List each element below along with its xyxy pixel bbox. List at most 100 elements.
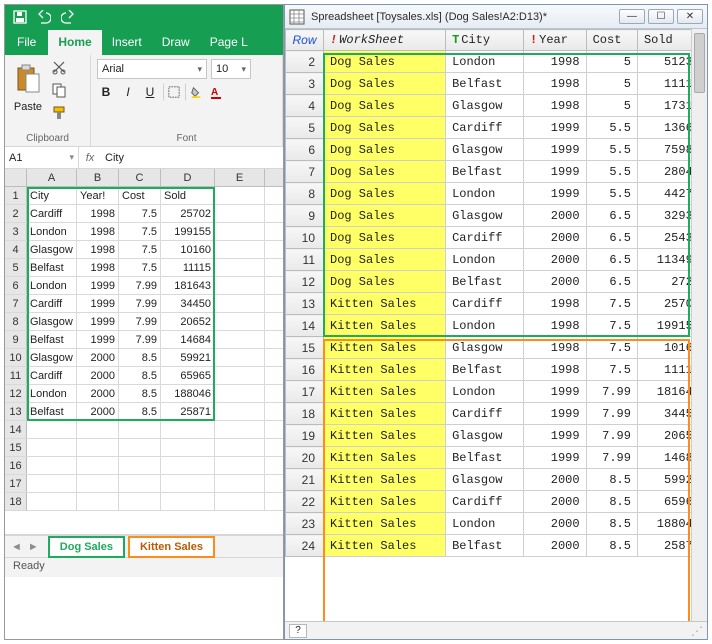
table-row[interactable]: 17Kitten SalesLondon19997.99181643 xyxy=(286,381,707,403)
cell[interactable] xyxy=(215,403,265,420)
cell[interactable]: 10160 xyxy=(161,241,215,258)
tab-home[interactable]: Home xyxy=(48,30,101,55)
cell[interactable] xyxy=(27,475,77,492)
cell[interactable]: 2000 xyxy=(523,249,586,271)
cell[interactable]: 8.5 xyxy=(586,535,637,557)
table-row[interactable]: 10Glasgow20008.559921 xyxy=(5,349,283,367)
cell[interactable]: Belfast xyxy=(446,73,524,95)
format-painter-icon[interactable] xyxy=(51,105,67,124)
cell[interactable] xyxy=(77,439,119,456)
font-color-button[interactable]: A xyxy=(207,83,225,101)
help-button[interactable]: ? xyxy=(289,624,307,638)
col-header-d[interactable]: D xyxy=(161,169,215,186)
cell[interactable]: Cardiff xyxy=(446,403,524,425)
table-row[interactable]: 8Dog SalesLondon19995.544271 xyxy=(286,183,707,205)
cell[interactable]: 6.5 xyxy=(586,249,637,271)
cell[interactable] xyxy=(77,421,119,438)
undo-icon[interactable] xyxy=(37,10,51,24)
cell[interactable]: 1999 xyxy=(523,403,586,425)
cell[interactable] xyxy=(215,475,265,492)
cell[interactable]: Belfast xyxy=(446,447,524,469)
cell-worksheet[interactable]: Dog Sales xyxy=(324,183,446,205)
cell[interactable]: 7.99 xyxy=(119,331,161,348)
cell[interactable]: London xyxy=(27,277,77,294)
row-number[interactable]: 3 xyxy=(286,73,324,95)
cell[interactable]: 1998 xyxy=(523,51,586,73)
sheet-tab-kitten-sales[interactable]: Kitten Sales xyxy=(128,536,215,558)
sheet-tab-dog-sales[interactable]: Dog Sales xyxy=(48,536,125,558)
cell[interactable]: 7.5 xyxy=(119,223,161,240)
redo-icon[interactable] xyxy=(61,10,75,24)
cell[interactable]: Glasgow xyxy=(27,313,77,330)
table-row[interactable]: 1CityYear!CostSold xyxy=(5,187,283,205)
table-row[interactable]: 9Belfast19997.9914684 xyxy=(5,331,283,349)
cell[interactable] xyxy=(215,439,265,456)
cell[interactable]: 5.5 xyxy=(586,139,637,161)
row-header[interactable]: 4 xyxy=(5,241,27,258)
row-header[interactable]: 2 xyxy=(5,205,27,222)
select-all-corner[interactable] xyxy=(5,169,27,186)
cell-worksheet[interactable]: Kitten Sales xyxy=(324,359,446,381)
cell[interactable]: 1999 xyxy=(77,295,119,312)
cell-worksheet[interactable]: Kitten Sales xyxy=(324,513,446,535)
cell[interactable]: 1998 xyxy=(523,73,586,95)
cell[interactable] xyxy=(215,385,265,402)
cell[interactable]: 1999 xyxy=(523,117,586,139)
cell[interactable]: London xyxy=(446,249,524,271)
cell[interactable] xyxy=(215,367,265,384)
name-box[interactable]: A1▾ xyxy=(5,147,79,168)
row-number[interactable]: 8 xyxy=(286,183,324,205)
cell[interactable]: 65965 xyxy=(161,367,215,384)
cell[interactable]: 5.5 xyxy=(586,117,637,139)
col-city[interactable]: TCity xyxy=(446,30,524,51)
cell[interactable] xyxy=(161,439,215,456)
cell[interactable]: 8.5 xyxy=(119,367,161,384)
table-row[interactable]: 18Kitten SalesCardiff19997.9934450 xyxy=(286,403,707,425)
cell[interactable]: London xyxy=(446,513,524,535)
cut-icon[interactable] xyxy=(51,59,67,78)
cell[interactable]: London xyxy=(446,315,524,337)
table-row[interactable]: 17 xyxy=(5,475,283,493)
row-number[interactable]: 9 xyxy=(286,205,324,227)
table-row[interactable]: 13Belfast20008.525871 xyxy=(5,403,283,421)
cell[interactable] xyxy=(119,421,161,438)
row-number[interactable]: 12 xyxy=(286,271,324,293)
table-row[interactable]: 18 xyxy=(5,493,283,511)
cell[interactable]: 1999 xyxy=(523,161,586,183)
cell[interactable] xyxy=(27,421,77,438)
cell[interactable] xyxy=(161,457,215,474)
tab-page-layout[interactable]: Page L xyxy=(200,30,258,55)
cell-worksheet[interactable]: Dog Sales xyxy=(324,73,446,95)
cell[interactable]: City xyxy=(27,187,77,204)
table-row[interactable]: 3London19987.5199155 xyxy=(5,223,283,241)
cell[interactable]: Belfast xyxy=(27,331,77,348)
cell[interactable]: Cardiff xyxy=(446,117,524,139)
cell[interactable]: 14684 xyxy=(161,331,215,348)
cell[interactable]: 7.99 xyxy=(119,277,161,294)
cell-worksheet[interactable]: Dog Sales xyxy=(324,139,446,161)
cell[interactable]: 2000 xyxy=(77,385,119,402)
cell[interactable]: 6.5 xyxy=(586,271,637,293)
cell-worksheet[interactable]: Kitten Sales xyxy=(324,337,446,359)
cell[interactable]: London xyxy=(27,223,77,240)
cell[interactable]: 1999 xyxy=(523,183,586,205)
cell[interactable] xyxy=(77,493,119,510)
row-header[interactable]: 18 xyxy=(5,493,27,510)
table-row[interactable]: 20Kitten SalesBelfast19997.9914684 xyxy=(286,447,707,469)
table-row[interactable]: 15 xyxy=(5,439,283,457)
cell[interactable]: 1998 xyxy=(77,241,119,258)
row-header[interactable]: 5 xyxy=(5,259,27,276)
tab-insert[interactable]: Insert xyxy=(102,30,152,55)
cell-worksheet[interactable]: Dog Sales xyxy=(324,117,446,139)
cell[interactable] xyxy=(215,241,265,258)
table-row[interactable]: 16Kitten SalesBelfast19987.511115 xyxy=(286,359,707,381)
cell[interactable] xyxy=(215,295,265,312)
cell[interactable] xyxy=(215,259,265,276)
cell-worksheet[interactable]: Dog Sales xyxy=(324,249,446,271)
cell[interactable]: 7.5 xyxy=(586,337,637,359)
row-number[interactable]: 10 xyxy=(286,227,324,249)
cell[interactable]: 7.5 xyxy=(586,293,637,315)
cell[interactable]: Glasgow xyxy=(27,241,77,258)
cell[interactable]: 6.5 xyxy=(586,227,637,249)
cell[interactable]: Sold xyxy=(161,187,215,204)
